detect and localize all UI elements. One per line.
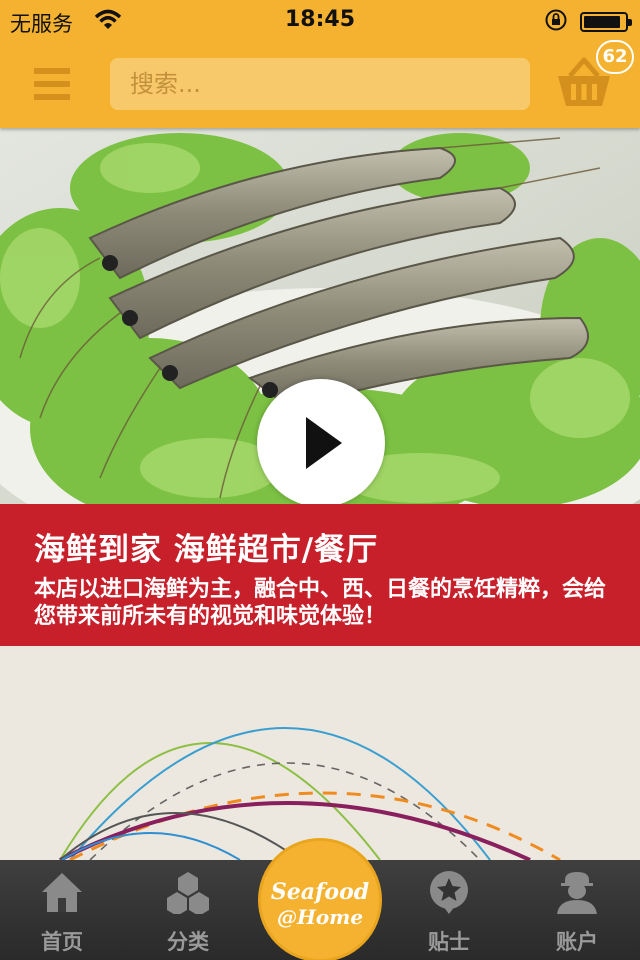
tab-category[interactable]: 分类 bbox=[133, 860, 243, 960]
logo-line1: Seafood bbox=[270, 879, 370, 905]
store-banner: 海鲜到家 海鲜超市/餐厅 本店以进口海鲜为主，融合中、西、日餐的烹饪精粹，会给您… bbox=[0, 504, 640, 646]
category-icon bbox=[167, 872, 209, 914]
store-description: 本店以进口海鲜为主，融合中、西、日餐的烹饪精粹，会给您带来前所未有的视觉和味觉体… bbox=[34, 577, 607, 629]
logo-line2: @Home bbox=[276, 905, 364, 929]
tab-tips[interactable]: 贴士 bbox=[394, 860, 504, 960]
tab-label: 分类 bbox=[167, 930, 209, 954]
seafood-home-logo-button[interactable]: Seafood @Home bbox=[258, 838, 382, 960]
battery-icon bbox=[580, 12, 632, 32]
tab-home[interactable]: 首页 bbox=[7, 860, 117, 960]
tab-account[interactable]: 账户 bbox=[522, 860, 632, 960]
tab-label: 首页 bbox=[41, 930, 83, 954]
store-title: 海鲜到家 海鲜超市/餐厅 bbox=[34, 532, 379, 568]
arcs-graphic bbox=[59, 727, 561, 860]
top-bar: 无服务 18:45 62 bbox=[0, 0, 640, 128]
tab-label: 贴士 bbox=[428, 930, 470, 954]
decorative-arcs bbox=[0, 646, 640, 860]
play-icon bbox=[306, 417, 342, 469]
rotation-lock-icon bbox=[545, 9, 567, 31]
tips-icon bbox=[430, 871, 468, 914]
tab-label: 账户 bbox=[556, 930, 598, 954]
menu-button[interactable] bbox=[34, 66, 74, 102]
play-button[interactable] bbox=[257, 379, 385, 504]
home-icon bbox=[42, 873, 82, 912]
search-input[interactable] bbox=[110, 58, 530, 110]
account-icon bbox=[557, 872, 597, 914]
status-bar: 无服务 18:45 bbox=[0, 0, 640, 40]
hero-video[interactable] bbox=[0, 128, 640, 504]
cart-count-badge: 62 bbox=[596, 40, 634, 74]
